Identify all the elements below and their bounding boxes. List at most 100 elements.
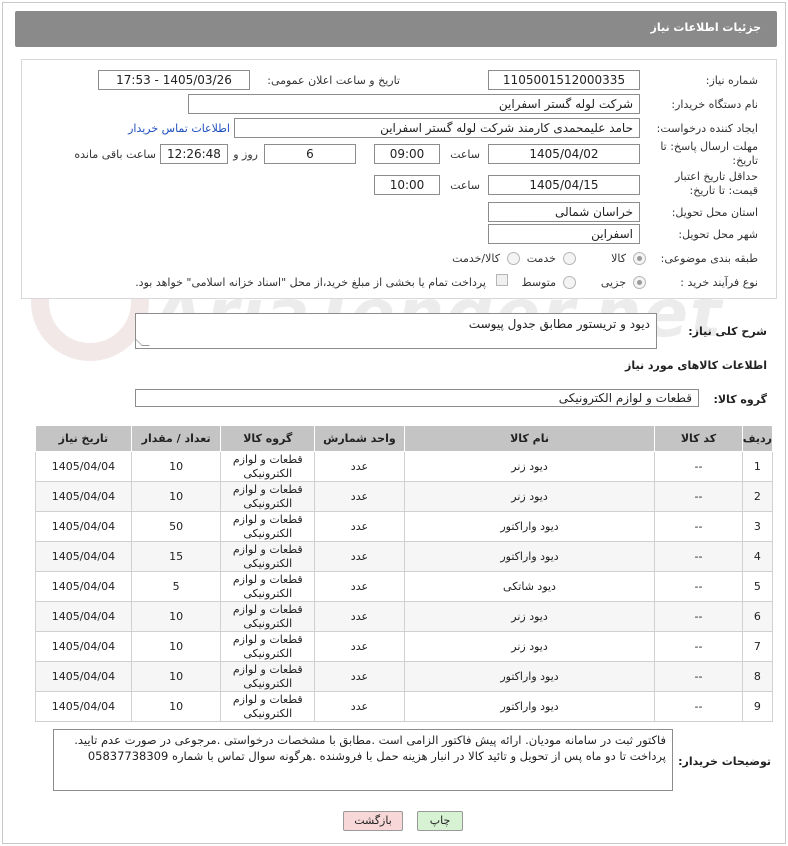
row-number: 9 — [741, 691, 774, 722]
item-quantity: 10 — [130, 451, 222, 482]
reply-time-label: ساعت — [450, 148, 480, 161]
category-service-label: خدمت — [526, 252, 556, 265]
category-goods-service-label: کالا/خدمت — [452, 252, 500, 265]
item-name: دیود واراکتور — [403, 541, 656, 572]
process-minor-radio[interactable] — [633, 276, 646, 289]
price-time-label: ساعت — [450, 179, 480, 192]
item-code: -- — [654, 451, 743, 482]
item-code: -- — [654, 541, 743, 572]
item-name: دیود زنر — [403, 481, 656, 512]
col-header-group: گروه کالا — [220, 425, 316, 452]
item-group: قطعات و لوازم الکترونیکی — [220, 451, 316, 482]
item-code: -- — [654, 571, 743, 602]
col-header-row-number: ردیف — [741, 425, 774, 452]
table-row: 5 -- دیود شاتکی عدد قطعات و لوازم الکترو… — [35, 571, 774, 602]
item-name: دیود واراکتور — [403, 691, 656, 722]
buyer-notes-textarea[interactable]: فاکتور ثبت در سامانه مودیان. ارائه پیش ف… — [53, 729, 673, 791]
item-name: دیود زنر — [403, 601, 656, 632]
item-unit: عدد — [314, 661, 405, 692]
buyer-notes-label: توضیحات خریدار: — [678, 755, 771, 768]
print-button[interactable]: چاپ — [417, 811, 463, 831]
item-name: دیود واراکتور — [403, 661, 656, 692]
buyer-org-label: نام دستگاه خریدار: — [671, 98, 758, 111]
days-field: 6 — [264, 144, 356, 164]
item-group: قطعات و لوازم الکترونیکی — [220, 691, 316, 722]
details-panel: شماره نیاز: 1105001512000335 تاریخ و ساع… — [21, 59, 777, 299]
item-name: دیود شاتکی — [403, 571, 656, 602]
item-unit: عدد — [314, 601, 405, 632]
table-row: 8 -- دیود واراکتور عدد قطعات و لوازم الک… — [35, 661, 774, 692]
payment-treasury-checkbox[interactable] — [496, 274, 508, 286]
col-header-code: کد کالا — [654, 425, 743, 452]
item-unit: عدد — [314, 691, 405, 722]
page-title: جزئیات اطلاعات نیاز — [650, 21, 762, 34]
row-number: 2 — [741, 481, 774, 512]
price-time-field: 10:00 — [374, 175, 440, 195]
table-row: 1 -- دیود زنر عدد قطعات و لوازم الکترونی… — [35, 451, 774, 482]
creator-label: ایجاد کننده درخواست: — [656, 122, 758, 135]
reply-date-field: 1405/04/02 — [488, 144, 640, 164]
item-group: قطعات و لوازم الکترونیکی — [220, 511, 316, 542]
row-number: 7 — [741, 631, 774, 662]
table-row: 2 -- دیود زنر عدد قطعات و لوازم الکترونی… — [35, 481, 774, 512]
item-name: دیود واراکتور — [403, 511, 656, 542]
remaining-label: ساعت باقی مانده — [74, 148, 156, 161]
process-minor-label: جزیی — [600, 276, 626, 289]
table-row: 7 -- دیود زنر عدد قطعات و لوازم الکترونی… — [35, 631, 774, 662]
item-unit: عدد — [314, 631, 405, 662]
remaining-time-field: 12:26:48 — [160, 144, 228, 164]
col-header-unit: واحد شمارش — [314, 425, 405, 452]
table-header-row: ردیف کد کالا نام کالا واحد شمارش گروه کا… — [35, 425, 774, 452]
description-textarea[interactable]: دیود و تریستور مطابق جدول پیوست — [135, 313, 657, 349]
item-group: قطعات و لوازم الکترونیکی — [220, 481, 316, 512]
item-date: 1405/04/04 — [35, 691, 132, 722]
item-quantity: 10 — [130, 631, 222, 662]
item-group: قطعات و لوازم الکترونیکی — [220, 601, 316, 632]
item-quantity: 10 — [130, 601, 222, 632]
col-header-quantity: تعداد / مقدار — [130, 425, 222, 452]
buyer-notes-text: فاکتور ثبت در سامانه مودیان. ارائه پیش ف… — [74, 733, 666, 763]
category-goods-label: کالا — [611, 252, 626, 265]
item-unit: عدد — [314, 451, 405, 482]
category-goods-radio[interactable] — [633, 252, 646, 265]
table-row: 3 -- دیود واراکتور عدد قطعات و لوازم الک… — [35, 511, 774, 542]
item-quantity: 5 — [130, 571, 222, 602]
row-number: 4 — [741, 541, 774, 572]
item-code: -- — [654, 661, 743, 692]
items-table: ردیف کد کالا نام کالا واحد شمارش گروه کا… — [35, 425, 774, 722]
goods-info-title: اطلاعات کالاهای مورد نیاز — [625, 359, 767, 372]
item-unit: عدد — [314, 541, 405, 572]
contact-info-link[interactable]: اطلاعات تماس خریدار — [128, 122, 230, 135]
need-number-field: 1105001512000335 — [488, 70, 640, 90]
province-label: استان محل تحویل: — [671, 206, 758, 219]
buyer-org-field: شرکت لوله گستر اسفراین — [188, 94, 640, 114]
item-date: 1405/04/04 — [35, 541, 132, 572]
header-bar: جزئیات اطلاعات نیاز — [15, 11, 777, 47]
item-unit: عدد — [314, 481, 405, 512]
item-quantity: 10 — [130, 691, 222, 722]
process-medium-radio[interactable] — [563, 276, 576, 289]
back-button[interactable]: بازگشت — [343, 811, 403, 831]
item-name: دیود زنر — [403, 631, 656, 662]
col-header-name: نام کالا — [403, 425, 656, 452]
item-quantity: 15 — [130, 541, 222, 572]
item-group: قطعات و لوازم الکترونیکی — [220, 571, 316, 602]
category-goods-service-radio[interactable] — [507, 252, 520, 265]
col-header-date: تاریخ نیاز — [35, 425, 132, 452]
item-unit: عدد — [314, 571, 405, 602]
row-number: 8 — [741, 661, 774, 692]
item-date: 1405/04/04 — [35, 481, 132, 512]
item-code: -- — [654, 601, 743, 632]
description-text: دیود و تریستور مطابق جدول پیوست — [468, 317, 650, 331]
item-date: 1405/04/04 — [35, 571, 132, 602]
resize-grip-icon[interactable] — [136, 338, 150, 346]
creator-field: حامد علیمحمدی کارمند شرکت لوله گستر اسفر… — [234, 118, 640, 138]
row-number: 3 — [741, 511, 774, 542]
page-container: جزئیات اطلاعات نیاز AriaTender.net شماره… — [2, 2, 786, 844]
reply-deadline-label: مهلت ارسال پاسخ: تا تاریخ: — [660, 140, 758, 167]
price-validity-label: حداقل تاریخ اعتبار قیمت: تا تاریخ: — [674, 170, 758, 197]
category-service-radio[interactable] — [563, 252, 576, 265]
goods-group-field: قطعات و لوازم الکترونیکی — [135, 389, 699, 407]
days-label: روز و — [233, 148, 258, 161]
item-group: قطعات و لوازم الکترونیکی — [220, 661, 316, 692]
